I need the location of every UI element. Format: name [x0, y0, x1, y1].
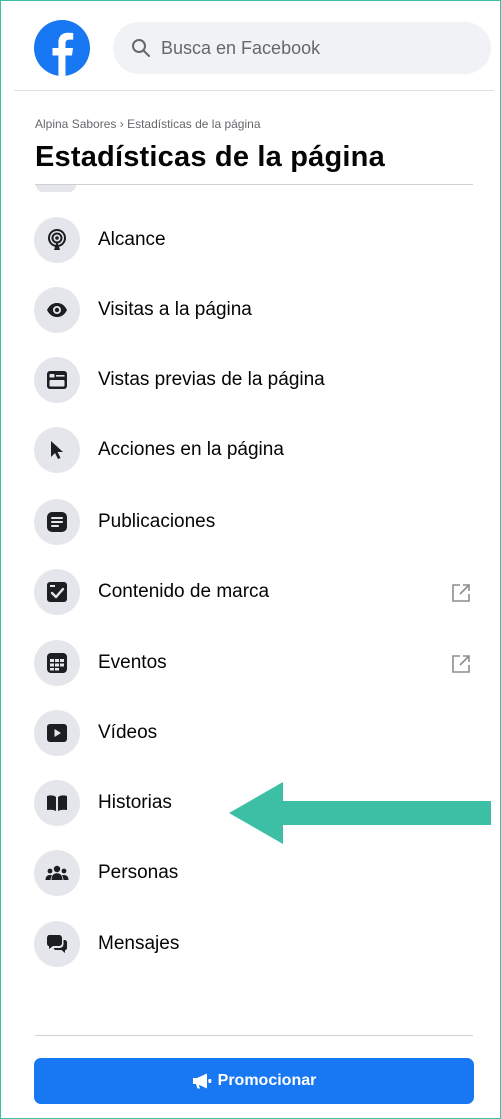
menu-item-label: Eventos — [98, 652, 167, 673]
menu-item-label: Publicaciones — [98, 511, 216, 532]
arrow-left-icon — [225, 780, 495, 851]
menu-item-label: Historias — [98, 792, 172, 813]
page-preview-icon — [34, 357, 80, 403]
menu-item-label: Acciones en la página — [98, 439, 284, 460]
facebook-logo-icon[interactable] — [34, 20, 90, 76]
menu-item-contenido-marca[interactable]: Contenido de marca — [20, 562, 490, 622]
calendar-icon — [34, 640, 80, 686]
menu-item-label: Vídeos — [98, 722, 158, 743]
menu-item-label: Mensajes — [98, 933, 180, 954]
menu-item-personas[interactable]: Personas — [20, 843, 490, 903]
book-icon — [34, 780, 80, 826]
video-icon — [34, 710, 80, 756]
megaphone-icon — [192, 1073, 212, 1089]
breadcrumb-current: Estadísticas de la página — [127, 117, 261, 131]
external-link-icon[interactable] — [450, 582, 472, 609]
breadcrumb-separator: › — [119, 117, 124, 131]
branded-content-icon — [34, 569, 80, 615]
promote-button[interactable]: Promocionar — [34, 1058, 474, 1104]
divider — [35, 1035, 473, 1036]
menu-item-publicaciones[interactable]: Publicaciones — [20, 492, 490, 552]
posts-icon — [34, 499, 80, 545]
menu-item-label: Alcance — [98, 229, 166, 250]
menu-item-eventos[interactable]: Eventos — [20, 633, 490, 693]
people-icon — [34, 850, 80, 896]
menu-item-alcance[interactable]: Alcance — [20, 210, 490, 270]
divider — [35, 184, 473, 185]
scrolled-item-peek — [36, 185, 76, 192]
broadcast-icon — [34, 217, 80, 263]
eye-icon — [34, 287, 80, 333]
messages-icon — [34, 921, 80, 967]
menu-item-mensajes[interactable]: Mensajes — [20, 914, 490, 974]
cursor-icon — [34, 427, 80, 473]
top-bar — [14, 0, 494, 91]
menu-item-visitas[interactable]: Visitas a la página — [20, 280, 490, 340]
promote-button-label: Promocionar — [217, 1072, 317, 1089]
menu-item-acciones[interactable]: Acciones en la página — [20, 420, 490, 480]
search-input[interactable] — [161, 22, 481, 74]
menu-item-videos[interactable]: Vídeos — [20, 703, 490, 763]
search-icon — [131, 38, 151, 63]
menu-item-label: Contenido de marca — [98, 581, 270, 602]
page-title: Estadísticas de la página — [35, 141, 385, 173]
menu-item-vistas-previas[interactable]: Vistas previas de la página — [20, 350, 490, 410]
external-link-icon[interactable] — [450, 653, 472, 680]
menu-item-label: Visitas a la página — [98, 299, 252, 320]
breadcrumb: Alpina Sabores › Estadísticas de la pági… — [35, 117, 261, 131]
menu-item-label: Vistas previas de la página — [98, 369, 325, 390]
search-bar[interactable] — [113, 22, 491, 74]
breadcrumb-page-link[interactable]: Alpina Sabores — [35, 117, 116, 131]
menu-item-label: Personas — [98, 862, 179, 883]
